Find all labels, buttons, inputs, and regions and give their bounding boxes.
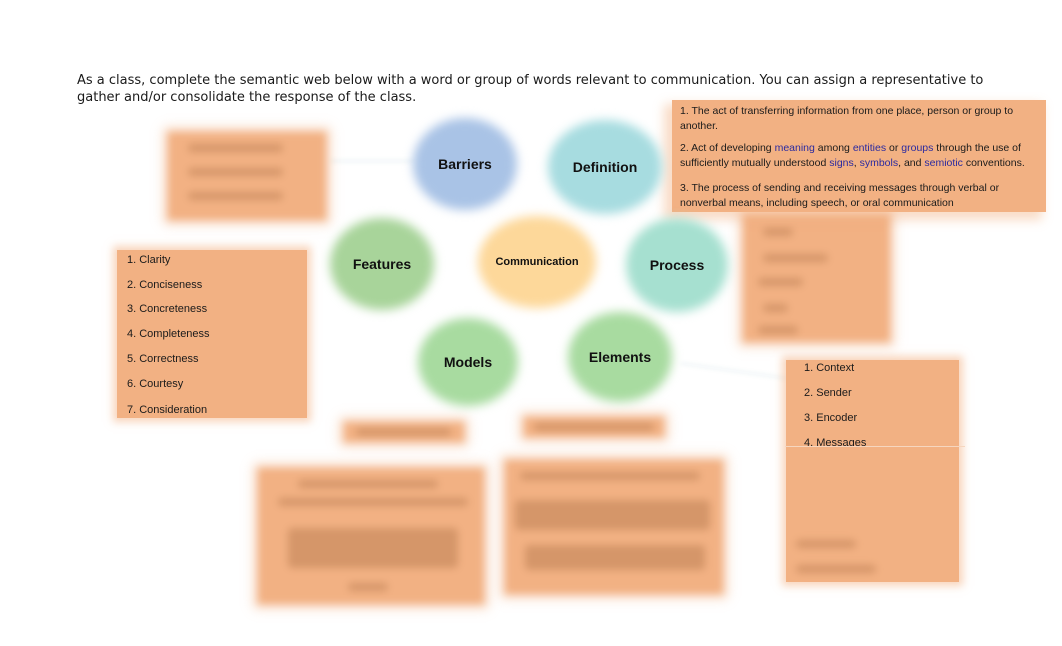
divider	[785, 446, 965, 447]
node-models: Models	[418, 318, 518, 406]
node-communication: Communication	[478, 216, 596, 308]
text: , and	[898, 157, 925, 169]
connector-line	[680, 362, 790, 380]
elements-item: 3. Encoder	[804, 412, 858, 424]
features-item: 2. Conciseness	[127, 279, 203, 291]
definition-item-3: 3. The process of sending and receiving …	[680, 182, 1000, 209]
features-item: 3. Concreteness	[127, 303, 208, 315]
link-semiotic[interactable]: semiotic	[924, 157, 963, 169]
process-answer-box	[743, 214, 890, 342]
features-item: 4. Completeness	[127, 328, 210, 340]
text: 2. Act of developing	[680, 142, 775, 154]
features-item: 1. Clarity	[127, 254, 171, 266]
node-barriers: Barriers	[413, 118, 517, 210]
barriers-answer-box	[168, 132, 326, 220]
elements-item: 1. Context	[804, 362, 855, 374]
link-meaning[interactable]: meaning	[775, 142, 815, 154]
link-groups[interactable]: groups	[901, 142, 933, 154]
node-process: Process	[626, 218, 728, 312]
elements-item: 2. Sender	[804, 387, 852, 399]
models-label-box-1	[344, 422, 464, 442]
node-elements: Elements	[568, 312, 672, 402]
definition-item-2: 2. Act of developing meaning among entit…	[680, 141, 1040, 171]
models-answer-box-1	[258, 468, 484, 604]
elements-hidden-line	[796, 565, 876, 573]
features-item: 7. Consideration	[127, 404, 208, 416]
definition-item-1: 1. The act of transferring information f…	[680, 105, 1014, 132]
center-label: Communication	[495, 256, 579, 268]
elements-answer-box: 1. Context 2. Sender 3. Encoder 4. Messa…	[786, 360, 959, 582]
models-label-box-2	[524, 417, 664, 437]
node-features: Features	[330, 218, 434, 310]
elements-hidden-line	[796, 540, 856, 548]
node-label: Barriers	[438, 156, 492, 172]
link-signs[interactable]: signs	[829, 157, 854, 169]
text: among	[814, 142, 853, 154]
node-definition: Definition	[548, 120, 662, 214]
connector-line	[330, 160, 415, 162]
models-answer-box-2	[505, 460, 723, 594]
definition-answer-box: 1. The act of transferring information f…	[672, 100, 1046, 212]
link-symbols[interactable]: symbols	[860, 157, 899, 169]
node-label: Features	[352, 256, 412, 272]
features-item: 5. Correctness	[127, 353, 199, 365]
features-answer-box: 1. Clarity 2. Conciseness 3. Concretenes…	[117, 250, 307, 418]
features-item: 6. Courtesy	[127, 378, 184, 390]
link-entities[interactable]: entities	[853, 142, 886, 154]
text: conventions.	[962, 157, 1025, 169]
node-label: Elements	[588, 349, 652, 365]
text: or	[886, 142, 902, 154]
node-label: Models	[443, 354, 493, 370]
node-label: Process	[649, 257, 705, 273]
node-label: Definition	[572, 159, 638, 175]
